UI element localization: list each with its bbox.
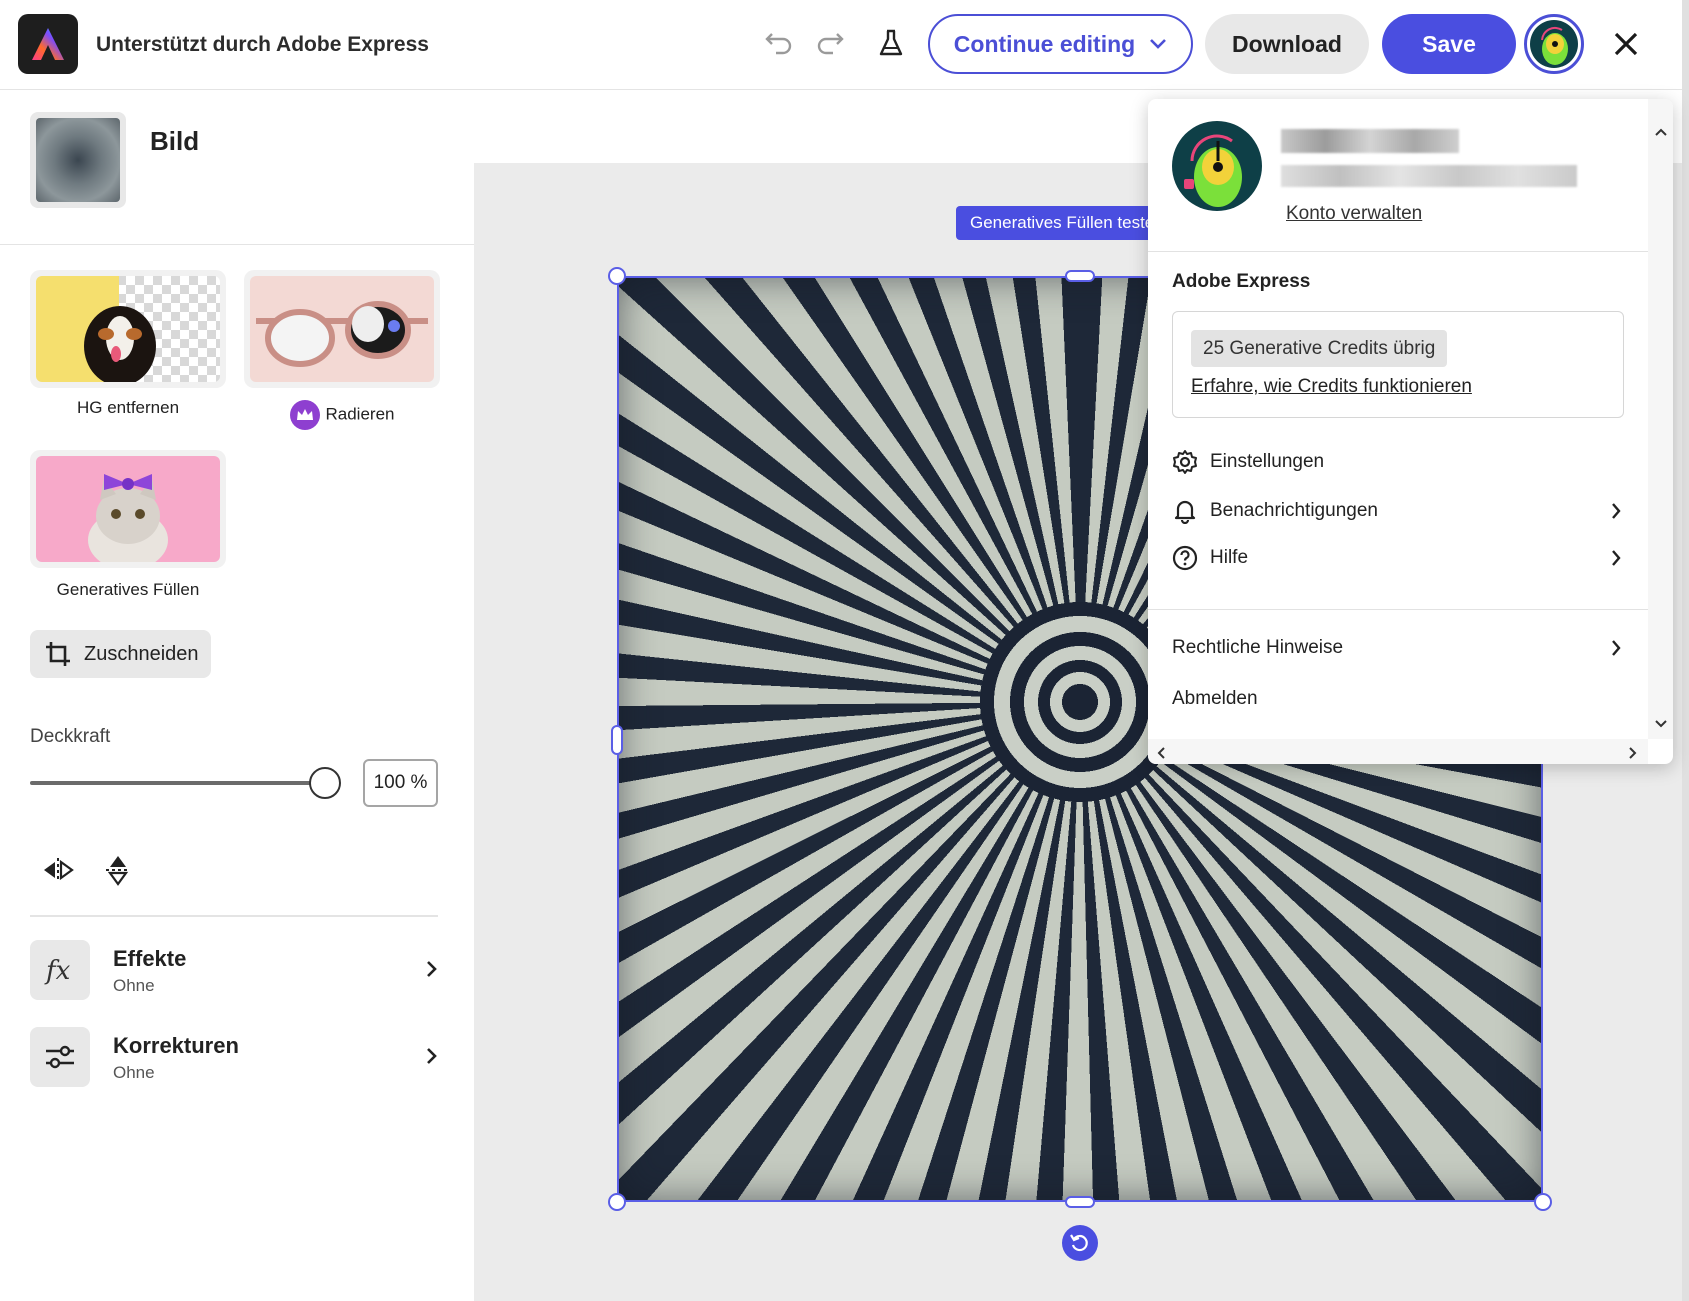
corrections-title: Korrekturen [113, 1033, 239, 1058]
menu-item-notifications[interactable]: Benachrichtigungen [1172, 494, 1622, 528]
premium-crown-icon [289, 400, 320, 430]
profile-avatar [1172, 121, 1262, 211]
divider [30, 915, 438, 917]
manage-account-link[interactable]: Konto verwalten [1286, 203, 1422, 225]
adjustments-icon [30, 1027, 90, 1087]
generative-fill-label: Generatives Füllen [56, 580, 200, 599]
crop-label: Zuschneiden [84, 642, 199, 665]
crop-button[interactable]: Zuschneiden [30, 630, 211, 678]
flip-horizontal-icon[interactable] [40, 852, 76, 888]
flask-icon[interactable] [874, 26, 908, 60]
flip-vertical-icon[interactable] [100, 852, 136, 888]
remove-background-label: HG entfernen [76, 398, 180, 417]
menu-vertical-scrollbar[interactable] [1648, 99, 1673, 739]
cat-image [88, 474, 168, 562]
undo-icon[interactable] [762, 26, 796, 60]
close-icon[interactable] [1606, 24, 1646, 64]
opacity-label: Deckkraft [30, 726, 111, 747]
adobe-express-logo[interactable] [18, 14, 78, 74]
avatar-image [1541, 27, 1568, 65]
top-bar: Unterstützt durch Adobe Express Continue… [0, 0, 1689, 90]
bell-icon [1174, 500, 1196, 524]
divider [1148, 251, 1648, 252]
menu-horizontal-scrollbar[interactable] [1148, 739, 1648, 764]
app-title: Unterstützt durch Adobe Express [96, 33, 429, 56]
chevron-right-icon [1612, 503, 1621, 519]
opacity-slider-track[interactable] [30, 781, 326, 785]
legal-label: Rechtliche Hinweise [1172, 637, 1344, 658]
resize-handle-left[interactable] [611, 725, 623, 755]
menu-item-settings[interactable]: Einstellungen [1172, 445, 1622, 479]
help-icon [1172, 545, 1198, 571]
credits-badge: 25 Generative Credits übrig [1191, 330, 1448, 367]
remove-background-card[interactable] [30, 270, 226, 388]
corrections-row[interactable]: Korrekturen Ohne [30, 1027, 450, 1089]
resize-handle-bottom-right[interactable] [1534, 1193, 1552, 1211]
settings-label: Einstellungen [1210, 451, 1325, 472]
continue-editing-label: Continue editing [953, 30, 1136, 57]
user-avatar-button[interactable] [1524, 14, 1584, 74]
profile-menu: Konto verwalten Adobe Express 25 Generat… [1148, 99, 1673, 764]
credits-box: 25 Generative Credits übrig Erfahre, wie… [1172, 311, 1624, 418]
scroll-up-icon[interactable] [1654, 127, 1668, 137]
gear-icon [1173, 450, 1197, 474]
sunglasses-image [256, 301, 428, 367]
help-label: Hilfe [1210, 547, 1249, 568]
effects-title: Effekte [113, 946, 187, 971]
crop-icon [46, 642, 70, 666]
user-email-redacted [1281, 165, 1577, 187]
chevron-right-icon [427, 961, 437, 977]
menu-section-title: Adobe Express [1172, 271, 1311, 292]
chevron-down-icon [1150, 39, 1167, 49]
app-window: Unterstützt durch Adobe Express Continue… [0, 0, 1689, 1301]
menu-item-legal[interactable]: Rechtliche Hinweise [1172, 631, 1622, 665]
properties-panel: Bild HG entfernen Radieren Generatives F… [0, 90, 474, 1301]
credits-info-link[interactable]: Erfahre, wie Credits funktionieren [1191, 376, 1472, 398]
panel-title: Bild [150, 126, 200, 156]
rotate-icon[interactable] [1062, 1225, 1098, 1261]
erase-label: Radieren [325, 404, 395, 424]
divider [0, 244, 474, 245]
effects-subtitle: Ohne [113, 976, 155, 995]
user-name-redacted [1281, 129, 1459, 153]
opacity-slider-handle[interactable] [309, 767, 341, 799]
corrections-subtitle: Ohne [113, 1063, 155, 1082]
resize-handle-bottom-left[interactable] [608, 1193, 626, 1211]
divider [1148, 609, 1648, 610]
try-generative-fill-button[interactable]: Generatives Füllen testen [956, 206, 1178, 240]
fx-icon: fx [30, 940, 90, 1000]
effects-row[interactable]: fx Effekte Ohne [30, 940, 450, 1002]
resize-handle-top[interactable] [1065, 270, 1095, 282]
chevron-right-icon [1612, 550, 1621, 566]
continue-editing-button[interactable]: Continue editing [928, 14, 1193, 74]
page-scrollbar[interactable] [1682, 0, 1689, 1301]
scroll-left-icon[interactable] [1156, 746, 1166, 760]
erase-card[interactable] [244, 270, 440, 388]
opacity-value-field[interactable]: 100 % [363, 759, 438, 807]
redo-icon[interactable] [813, 26, 847, 60]
menu-item-help[interactable]: Hilfe [1172, 541, 1622, 575]
resize-handle-top-left[interactable] [608, 267, 626, 285]
notifications-label: Benachrichtigungen [1210, 500, 1378, 521]
save-button[interactable]: Save [1382, 14, 1516, 74]
scroll-right-icon[interactable] [1628, 746, 1638, 760]
menu-item-logout[interactable]: Abmelden [1172, 682, 1622, 716]
scroll-down-icon[interactable] [1654, 719, 1668, 729]
chevron-right-icon [427, 1048, 437, 1064]
svg-text:fx: fx [44, 956, 71, 986]
generative-fill-card[interactable] [30, 450, 226, 568]
resize-handle-bottom[interactable] [1065, 1196, 1095, 1208]
logout-label: Abmelden [1172, 688, 1258, 709]
erase-label-row: Radieren [244, 400, 440, 430]
download-button[interactable]: Download [1205, 14, 1369, 74]
image-thumbnail [30, 112, 126, 208]
chevron-right-icon [1612, 640, 1621, 656]
dog-image [84, 306, 156, 382]
